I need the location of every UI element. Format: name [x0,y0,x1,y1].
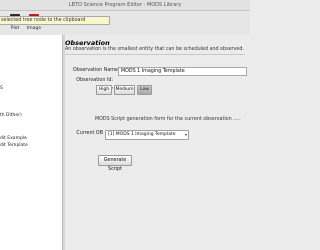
priority-high-button[interactable]: High [96,85,112,95]
script-description: MODS Script generation form for the curr… [95,117,241,122]
plot-button-label: Plot [10,26,20,31]
tree-item[interactable]: dit Template [0,143,28,148]
priority-low-button[interactable]: Low [137,85,152,95]
tree-item[interactable]: th Dither) [0,113,22,118]
observation-id-label: Observation Id: [76,78,113,83]
section-title: Observation [65,39,110,47]
generate-script-button[interactable]: Generate Script [98,155,132,172]
observation-name-label: Observation Name [73,68,118,73]
program-tree[interactable]: S th Dither) dit Example dit Template [0,35,63,250]
priority-medium-button[interactable]: Medium [114,85,135,95]
observation-panel: Observation An observation is the smalle… [65,35,250,250]
divider [65,54,245,55]
chevron-down-icon: ▾ [184,132,187,137]
section-description: An observation is the smallest entity th… [65,47,244,52]
tree-item[interactable]: dit Example [0,136,27,141]
tree-item[interactable]: S [0,86,3,91]
window-title: LBTO Science Program Editor - MODS Libra… [0,0,250,11]
current-ob-label: Current OB [76,131,103,136]
current-ob-value: [1] MODS 1 Imaging Template [108,132,176,137]
current-ob-select[interactable]: [1] MODS 1 Imaging Template ▾ [105,130,189,140]
observation-name-input[interactable]: MODS 1 Imaging Template [118,67,247,76]
tooltip: selected tree node to the clipboard [0,16,110,25]
image-button-label: Image [26,26,42,31]
